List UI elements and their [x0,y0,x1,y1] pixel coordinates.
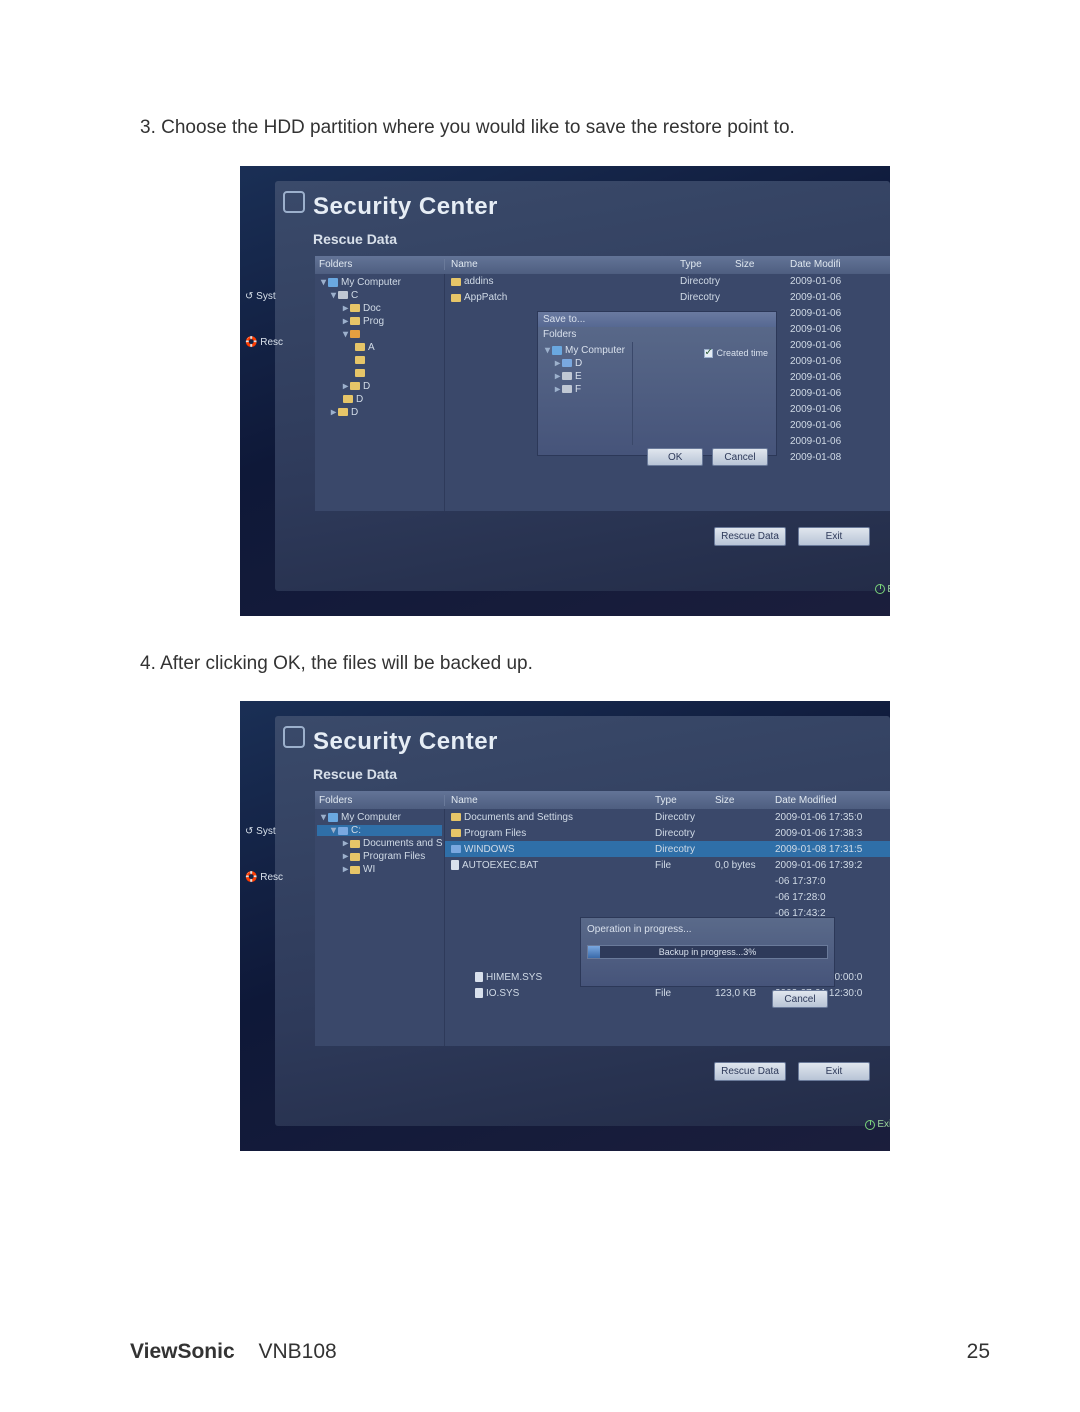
col-type[interactable]: Type [655,795,715,806]
step-4: 4. After clicking OK, the files will be … [140,651,990,677]
dialog-folders-label: Folders [538,327,776,342]
file-panel: Folders Name Type Size Date Modified ▾My… [315,791,890,1046]
app-icon [283,726,305,748]
list-item: WINDOWSDirecotry2009-01-08 17:31:5 [445,841,890,857]
sidebar-item-system[interactable]: ↺ Syst [245,291,315,302]
save-to-dialog: Save to... Folders ▾My Computer ▸D ▸E ▸F [537,311,777,456]
progress-bar: Backup in progress...3% [587,945,828,959]
app-title: Security Center [313,193,498,221]
created-time-checkbox[interactable]: Created time [704,348,768,358]
col-name[interactable]: Name [445,795,655,806]
power-exit[interactable]: Exit [865,1119,890,1130]
step-3-number: 3. [140,117,156,138]
file-list[interactable]: addinsDirecotry2009-01-06 AppPatchDireco… [445,274,890,511]
step-3-text: Choose the HDD partition where you would… [161,117,795,138]
progress-text: Backup in progress...3% [588,946,827,959]
power-icon [865,1120,875,1130]
page-number: 25 [967,1340,990,1364]
file-list[interactable]: Documents and SettingsDirecotry2009-01-0… [445,809,890,1046]
footer-brand: ViewSonic [130,1340,235,1363]
step-4-number: 4. [140,653,156,674]
col-date[interactable]: Date Modified [775,795,890,806]
list-item: AUTOEXEC.BATFile0,0 bytes2009-01-06 17:3… [445,857,890,873]
dialog-folder-tree[interactable]: ▾My Computer ▸D ▸E ▸F [538,342,633,445]
col-size[interactable]: Size [735,259,790,270]
col-name[interactable]: Name [445,259,680,270]
folder-tree[interactable]: ▾My Computer ▾C ▸Doc ▸Prog ▾ A ▸D D ▸D [315,274,445,511]
list-item: AppPatchDirecotry2009-01-06 [445,290,890,306]
progress-label: Operation in progress... [587,924,828,935]
progress-dialog: Operation in progress... Backup in progr… [580,917,835,987]
sidebar-item-rescue[interactable]: 🛟 Resc [245,337,315,348]
rescue-data-button[interactable]: Rescue Data [714,527,786,546]
sidebar-item-system[interactable]: ↺ Syst [245,826,315,837]
app-title: Security Center [313,728,498,756]
cancel-button[interactable]: Cancel [712,448,768,466]
list-item: Documents and SettingsDirecotry2009-01-0… [445,809,890,825]
sidebar-item-rescue[interactable]: 🛟 Resc [245,872,315,883]
sidebar: ↺ Syst 🛟 Resc [245,291,315,383]
app-icon [283,191,305,213]
rescue-data-button[interactable]: Rescue Data [714,1062,786,1081]
col-date[interactable]: Date Modifi [790,259,890,270]
screenshot-progress: Security Center Rescue Data ↺ Syst 🛟 Res… [240,701,890,1151]
screenshot-save-to: Security Center Rescue Data ↺ Syst 🛟 Res… [240,166,890,616]
power-icon [875,584,885,594]
ok-button[interactable]: OK [647,448,703,466]
col-size[interactable]: Size [715,795,775,806]
col-folders[interactable]: Folders [315,795,445,806]
cancel-button[interactable]: Cancel [772,990,828,1008]
file-panel: Folders Name Type Size Date Modifi ▾My C… [315,256,890,511]
sidebar: ↺ Syst 🛟 Resc [245,826,315,918]
step-3: 3. Choose the HDD partition where you wo… [140,115,990,141]
list-item: addinsDirecotry2009-01-06 [445,274,890,290]
dialog-title: Save to... [538,312,776,327]
app-subtitle: Rescue Data [313,766,397,782]
step-4-text: After clicking OK, the files will be bac… [160,653,533,674]
exit-button[interactable]: Exit [798,527,870,546]
exit-button[interactable]: Exit [798,1062,870,1081]
col-type[interactable]: Type [680,259,735,270]
col-folders[interactable]: Folders [315,259,445,270]
app-subtitle: Rescue Data [313,231,397,247]
dialog-right-pane[interactable]: Created time [633,342,776,445]
footer-model: VNB108 [259,1340,337,1363]
list-item: Program FilesDirecotry2009-01-06 17:38:3 [445,825,890,841]
power-exit[interactable]: E [875,584,890,595]
folder-tree[interactable]: ▾My Computer ▾C: ▸Documents and S ▸Progr… [315,809,445,1046]
page-footer: ViewSonic VNB108 25 [0,1340,1080,1364]
